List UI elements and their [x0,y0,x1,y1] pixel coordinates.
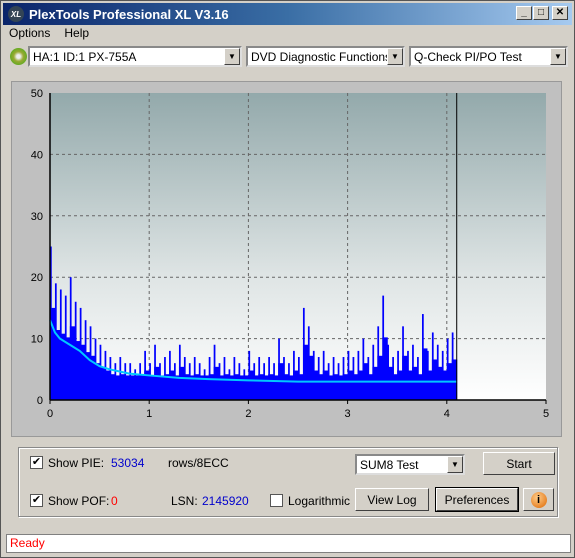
pi-chart: 0 1 2 3 4 501020304050 [31,88,549,420]
logarithmic-label: Logarithmic [288,494,351,508]
x-tick-label: 0 [47,408,53,420]
info-button[interactable]: i [523,488,554,511]
lsn-label: LSN: [171,494,198,508]
pie-bar-fill [208,374,215,400]
show-pof-checkbox[interactable]: ✔ [30,494,43,507]
lsn-value: 2145920 [202,494,249,508]
pie-bar-fill [302,344,309,400]
chevron-down-icon[interactable]: ▼ [447,456,463,473]
pie-bar-fill [342,374,349,400]
show-pof-label: Show POF: [48,494,110,508]
pie-bar-fill [69,326,76,400]
pie-bar-fill [372,366,378,400]
pie-bar-fill [273,375,279,400]
pie-bar-fill [129,375,135,400]
show-pie-label: Show PIE: [48,456,105,470]
pie-bar-fill [134,375,140,400]
pie-bar-fill [337,375,344,400]
pie-bar-fill [347,370,354,400]
pie-bar-fill [293,370,299,400]
pie-bar-fill [441,370,448,400]
pie-bar-fill [312,370,319,400]
x-tick-label: 5 [543,408,549,420]
pie-bar-fill [54,330,61,400]
y-tick-label: 0 [37,395,43,407]
pie-bar-fill [377,355,383,400]
pie-bar-fill [352,374,359,400]
pie-bar-fill [124,375,130,400]
pie-bar-fill [392,374,398,400]
pie-value: 53034 [111,456,145,470]
view-log-button[interactable]: View Log [355,488,429,511]
start-button[interactable]: Start [483,452,555,475]
pie-bar-fill [213,366,220,400]
pie-bar-fill [109,374,115,400]
pie-bar-fill [317,374,324,400]
logarithmic-checkbox[interactable] [270,494,283,507]
test-mode-value: SUM8 Test [360,457,419,472]
pie-bar-fill [59,333,66,400]
pie-bar-fill [104,370,111,400]
pie-bar-fill [283,374,289,400]
y-tick-label: 20 [31,272,43,284]
pie-bar-fill [268,374,274,400]
pie-bar-fill [64,337,71,400]
pie-bar-fill [178,366,185,400]
pie-bar-fill [402,355,408,400]
pie-bar-fill [159,375,165,400]
pie-bar-fill [322,370,329,400]
pie-bar-fill [253,375,259,400]
y-tick-label: 10 [31,334,43,346]
pie-bar-fill [149,375,155,400]
y-tick-label: 30 [31,211,43,223]
pie-bar-fill [288,375,294,400]
pie-bar-fill [94,363,101,400]
pie-bar-fill [407,370,413,400]
pie-bar-fill [436,366,443,400]
pie-bar-fill [367,374,373,400]
pie-bar-fill [114,375,120,400]
pie-bar-fill [298,374,304,400]
pie-bar-fill [243,375,249,400]
pie-bar-fill [174,375,180,400]
pie-bar-fill [387,366,393,400]
pie-bar-fill [263,375,269,400]
pie-bar-fill [119,374,125,400]
pie-bar-fill [258,374,264,400]
pie-bar-fill [426,370,433,400]
pie-bar-fill [382,337,388,400]
info-icon: i [530,491,547,508]
pie-bar-fill [431,359,438,400]
status-bar: Ready [6,534,571,553]
y-tick-label: 50 [31,88,43,100]
pie-unit: rows/8ECC [168,456,229,470]
pie-bar-fill [327,375,334,400]
pie-bar-fill [357,370,363,400]
test-mode-select[interactable]: SUM8 Test ▼ [355,454,465,475]
y-tick-label: 40 [31,149,43,161]
pie-bar-fill [139,375,145,400]
x-tick-label: 1 [146,408,152,420]
x-tick-label: 3 [345,408,351,420]
plot-area [50,93,546,400]
pie-bar-fill [99,366,106,400]
pie-bar-fill [397,370,403,400]
pie-bar-fill [154,366,160,400]
pie-bar-fill [412,366,418,400]
pof-value: 0 [111,494,118,508]
pie-bar-fill [164,374,170,400]
preferences-button[interactable]: Preferences [435,487,519,512]
pie-bar-fill [233,374,239,400]
pie-bar-fill [307,355,314,400]
pie-bar-fill [169,370,175,400]
x-tick-label: 2 [245,408,251,420]
pie-bar-fill [248,370,254,400]
x-tick-label: 4 [444,408,450,420]
pie-bar-fill [332,374,339,400]
pie-bar-fill [223,374,230,400]
pie-bar-fill [422,348,428,400]
pie-bar-fill [417,374,423,400]
show-pie-checkbox[interactable]: ✔ [30,456,43,469]
